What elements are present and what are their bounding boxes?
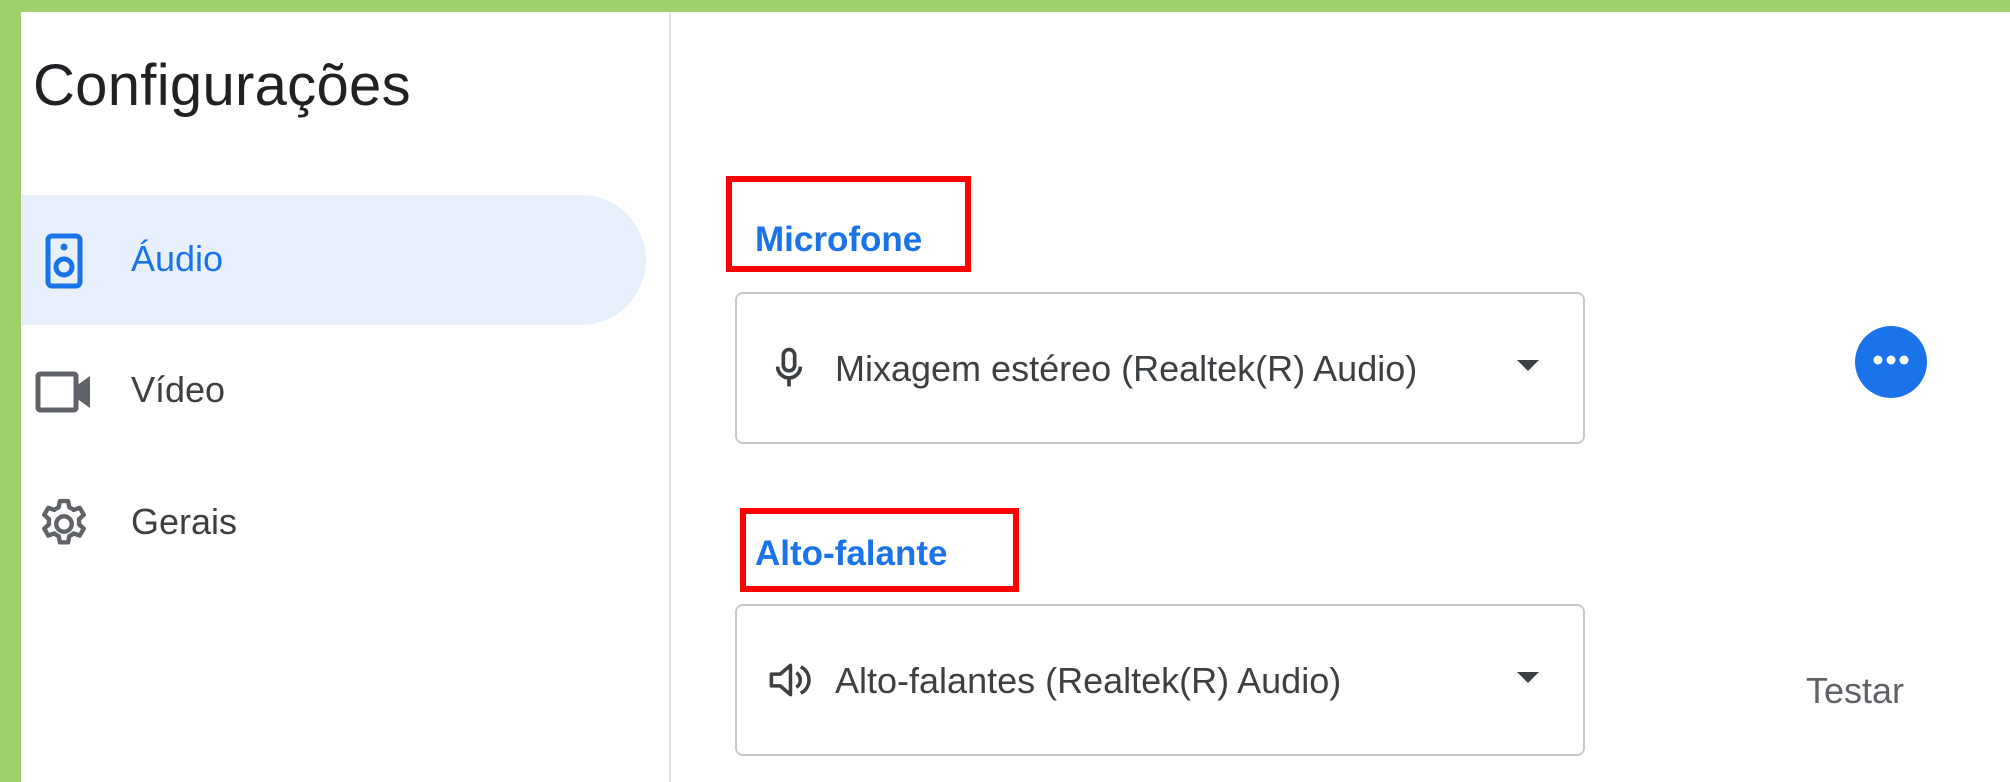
sidebar-item-gerais[interactable]: Gerais	[21, 458, 646, 588]
microphone-selected-value: Mixagem estéreo (Realtek(R) Audio)	[835, 348, 1418, 389]
microphone-icon	[767, 344, 811, 392]
sidebar-item-label: Vídeo	[131, 369, 226, 410]
main-content: Microfone Mixagem estéreo (Realtek(R) Au…	[671, 12, 2010, 782]
speaker-volume-icon	[767, 656, 811, 704]
sidebar-item-label: Áudio	[131, 238, 224, 279]
page-title: Configurações	[33, 53, 411, 118]
microphone-more-button[interactable]	[1855, 326, 1927, 398]
more-horizontal-icon	[1871, 353, 1911, 371]
sidebar-item-audio[interactable]: Áudio	[21, 195, 646, 325]
microphone-select[interactable]: Mixagem estéreo (Realtek(R) Audio)	[735, 292, 1585, 444]
gear-icon	[35, 495, 93, 553]
speaker-select[interactable]: Alto-falantes (Realtek(R) Audio)	[735, 604, 1585, 756]
chevron-down-icon	[1517, 360, 1539, 371]
video-camera-icon	[35, 363, 93, 421]
sidebar-item-video[interactable]: Vídeo	[21, 326, 646, 456]
chevron-down-icon	[1517, 672, 1539, 683]
speaker-label: Alto-falante	[755, 534, 948, 573]
sidebar-item-label: Gerais	[131, 501, 238, 542]
test-speaker-button[interactable]: Testar	[1806, 670, 1904, 712]
speaker-selected-value: Alto-falantes (Realtek(R) Audio)	[835, 660, 1342, 701]
microphone-label: Microfone	[755, 220, 923, 259]
speaker-icon	[35, 232, 93, 290]
sidebar: Configurações Áudio Vídeo Gerais	[21, 12, 671, 782]
settings-panel: Configurações Áudio Vídeo Gerais Microfo…	[21, 12, 2010, 782]
